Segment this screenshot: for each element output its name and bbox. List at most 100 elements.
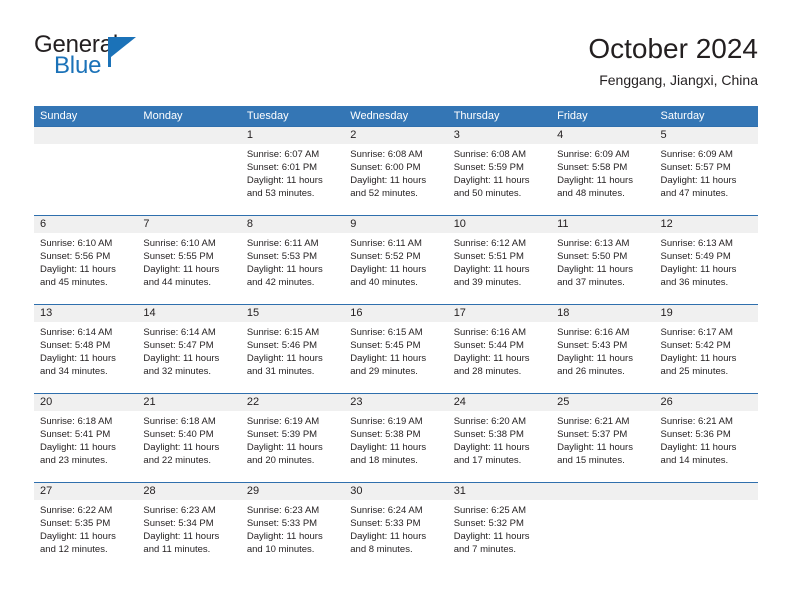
day-cell[interactable]: 28 Sunrise: 6:23 AM Sunset: 5:34 PM Dayl… bbox=[137, 483, 241, 571]
day-cell[interactable]: 9 Sunrise: 6:11 AM Sunset: 5:52 PM Dayli… bbox=[344, 216, 448, 304]
day-details: Sunrise: 6:08 AM Sunset: 5:59 PM Dayligh… bbox=[448, 144, 551, 200]
daylight-text-line2: and 52 minutes. bbox=[350, 188, 418, 199]
sunrise-text: Sunrise: 6:15 AM bbox=[350, 327, 423, 338]
day-cell[interactable] bbox=[137, 127, 241, 215]
sunrise-text: Sunrise: 6:07 AM bbox=[246, 149, 320, 160]
daylight-text-line2: and 15 minutes. bbox=[557, 455, 625, 466]
daylight-text-line1: Daylight: 11 hours bbox=[143, 353, 220, 364]
daylight-text-line2: and 31 minutes. bbox=[246, 366, 315, 377]
day-cell[interactable]: 23 Sunrise: 6:19 AM Sunset: 5:38 PM Dayl… bbox=[344, 394, 448, 482]
sunset-text: Sunset: 5:37 PM bbox=[557, 429, 628, 440]
day-details: Sunrise: 6:23 AM Sunset: 5:34 PM Dayligh… bbox=[137, 500, 240, 556]
sunset-text: Sunset: 5:32 PM bbox=[453, 518, 524, 529]
day-number: 26 bbox=[654, 394, 758, 411]
day-cell[interactable]: 14 Sunrise: 6:14 AM Sunset: 5:47 PM Dayl… bbox=[137, 305, 241, 393]
day-cell[interactable]: 2 Sunrise: 6:08 AM Sunset: 6:00 PM Dayli… bbox=[344, 127, 448, 215]
day-cell[interactable]: 20 Sunrise: 6:18 AM Sunset: 5:41 PM Dayl… bbox=[34, 394, 138, 482]
sunset-text: Sunset: 5:39 PM bbox=[246, 429, 318, 440]
sunset-text: Sunset: 5:57 PM bbox=[660, 162, 731, 173]
day-cell[interactable]: 30 Sunrise: 6:24 AM Sunset: 5:33 PM Dayl… bbox=[344, 483, 448, 571]
logo-word-blue: Blue bbox=[54, 52, 102, 79]
day-details: Sunrise: 6:09 AM Sunset: 5:57 PM Dayligh… bbox=[655, 144, 758, 200]
daylight-text-line2: and 42 minutes. bbox=[246, 277, 315, 288]
sunrise-text: Sunrise: 6:14 AM bbox=[40, 327, 113, 338]
day-cell[interactable]: 1 Sunrise: 6:07 AM Sunset: 6:01 PM Dayli… bbox=[240, 127, 345, 215]
day-number: 19 bbox=[654, 305, 758, 322]
sunrise-text: Sunrise: 6:09 AM bbox=[660, 149, 733, 160]
sunrise-text: Sunrise: 6:08 AM bbox=[453, 149, 527, 160]
daylight-text-line2: and 47 minutes. bbox=[660, 188, 729, 199]
week-row: 1 Sunrise: 6:07 AM Sunset: 6:01 PM Dayli… bbox=[34, 126, 758, 215]
day-cell[interactable]: 12 Sunrise: 6:13 AM Sunset: 5:49 PM Dayl… bbox=[654, 216, 758, 304]
sunrise-text: Sunrise: 6:11 AM bbox=[350, 238, 422, 249]
day-cell[interactable]: 19 Sunrise: 6:17 AM Sunset: 5:42 PM Dayl… bbox=[654, 305, 758, 393]
day-details: Sunrise: 6:14 AM Sunset: 5:48 PM Dayligh… bbox=[34, 322, 137, 378]
day-cell[interactable]: 18 Sunrise: 6:16 AM Sunset: 5:43 PM Dayl… bbox=[551, 305, 655, 393]
day-details: Sunrise: 6:18 AM Sunset: 5:41 PM Dayligh… bbox=[34, 411, 137, 467]
daylight-text-line1: Daylight: 11 hours bbox=[660, 264, 737, 275]
location-subtitle: Fenggang, Jiangxi, China bbox=[599, 72, 758, 88]
sunrise-text: Sunrise: 6:10 AM bbox=[40, 238, 113, 249]
day-details bbox=[34, 144, 137, 148]
day-cell[interactable]: 15 Sunrise: 6:15 AM Sunset: 5:46 PM Dayl… bbox=[240, 305, 345, 393]
day-cell[interactable]: 31 Sunrise: 6:25 AM Sunset: 5:32 PM Dayl… bbox=[447, 483, 552, 571]
day-details: Sunrise: 6:24 AM Sunset: 5:33 PM Dayligh… bbox=[344, 500, 447, 556]
sunset-text: Sunset: 5:50 PM bbox=[557, 251, 628, 262]
day-details bbox=[137, 144, 240, 148]
daylight-text-line1: Daylight: 11 hours bbox=[350, 353, 427, 364]
day-cell[interactable]: 22 Sunrise: 6:19 AM Sunset: 5:39 PM Dayl… bbox=[240, 394, 345, 482]
day-cell[interactable]: 6 Sunrise: 6:10 AM Sunset: 5:56 PM Dayli… bbox=[34, 216, 138, 304]
sunset-text: Sunset: 5:48 PM bbox=[40, 340, 111, 351]
sunrise-text: Sunrise: 6:08 AM bbox=[350, 149, 423, 160]
day-cell[interactable]: 26 Sunrise: 6:21 AM Sunset: 5:36 PM Dayl… bbox=[654, 394, 758, 482]
day-number bbox=[551, 483, 655, 500]
sunrise-text: Sunrise: 6:14 AM bbox=[143, 327, 216, 338]
day-cell[interactable]: 25 Sunrise: 6:21 AM Sunset: 5:37 PM Dayl… bbox=[551, 394, 655, 482]
day-cell[interactable]: 13 Sunrise: 6:14 AM Sunset: 5:48 PM Dayl… bbox=[34, 305, 138, 393]
day-cell[interactable] bbox=[34, 127, 138, 215]
daylight-text-line2: and 40 minutes. bbox=[350, 277, 418, 288]
daylight-text-line2: and 20 minutes. bbox=[246, 455, 315, 466]
daylight-text-line1: Daylight: 11 hours bbox=[246, 264, 323, 275]
day-details: Sunrise: 6:23 AM Sunset: 5:33 PM Dayligh… bbox=[241, 500, 344, 556]
sunrise-text: Sunrise: 6:15 AM bbox=[246, 327, 320, 338]
general-blue-logo[interactable]: General Blue bbox=[34, 32, 254, 88]
daylight-text-line2: and 25 minutes. bbox=[660, 366, 729, 377]
daylight-text-line2: and 28 minutes. bbox=[453, 366, 522, 377]
day-details: Sunrise: 6:21 AM Sunset: 5:36 PM Dayligh… bbox=[655, 411, 758, 467]
day-cell[interactable]: 21 Sunrise: 6:18 AM Sunset: 5:40 PM Dayl… bbox=[137, 394, 241, 482]
day-cell[interactable] bbox=[654, 483, 758, 571]
day-cell[interactable]: 8 Sunrise: 6:11 AM Sunset: 5:53 PM Dayli… bbox=[240, 216, 345, 304]
day-details: Sunrise: 6:08 AM Sunset: 6:00 PM Dayligh… bbox=[344, 144, 447, 200]
day-number: 7 bbox=[137, 216, 241, 233]
day-cell[interactable] bbox=[551, 483, 655, 571]
sunrise-text: Sunrise: 6:17 AM bbox=[660, 327, 733, 338]
day-cell[interactable]: 10 Sunrise: 6:12 AM Sunset: 5:51 PM Dayl… bbox=[447, 216, 552, 304]
day-cell[interactable]: 5 Sunrise: 6:09 AM Sunset: 5:57 PM Dayli… bbox=[654, 127, 758, 215]
weekday-header-thursday: Thursday bbox=[453, 110, 500, 122]
day-details: Sunrise: 6:22 AM Sunset: 5:35 PM Dayligh… bbox=[34, 500, 137, 556]
sunset-text: Sunset: 5:33 PM bbox=[350, 518, 421, 529]
day-cell[interactable]: 3 Sunrise: 6:08 AM Sunset: 5:59 PM Dayli… bbox=[447, 127, 552, 215]
daylight-text-line1: Daylight: 11 hours bbox=[557, 353, 633, 364]
daylight-text-line1: Daylight: 11 hours bbox=[453, 442, 530, 453]
sunrise-text: Sunrise: 6:23 AM bbox=[246, 505, 320, 516]
day-cell[interactable]: 16 Sunrise: 6:15 AM Sunset: 5:45 PM Dayl… bbox=[344, 305, 448, 393]
daylight-text-line1: Daylight: 11 hours bbox=[40, 353, 116, 364]
daylight-text-line2: and 53 minutes. bbox=[246, 188, 315, 199]
daylight-text-line2: and 8 minutes. bbox=[350, 544, 413, 555]
sunset-text: Sunset: 5:38 PM bbox=[350, 429, 421, 440]
day-number: 2 bbox=[344, 127, 448, 144]
day-cell[interactable]: 11 Sunrise: 6:13 AM Sunset: 5:50 PM Dayl… bbox=[551, 216, 655, 304]
day-cell[interactable]: 24 Sunrise: 6:20 AM Sunset: 5:38 PM Dayl… bbox=[447, 394, 552, 482]
day-cell[interactable]: 29 Sunrise: 6:23 AM Sunset: 5:33 PM Dayl… bbox=[240, 483, 345, 571]
day-details: Sunrise: 6:09 AM Sunset: 5:58 PM Dayligh… bbox=[551, 144, 654, 200]
day-cell[interactable]: 27 Sunrise: 6:22 AM Sunset: 5:35 PM Dayl… bbox=[34, 483, 138, 571]
sunset-text: Sunset: 5:53 PM bbox=[246, 251, 318, 262]
day-cell[interactable]: 4 Sunrise: 6:09 AM Sunset: 5:58 PM Dayli… bbox=[551, 127, 655, 215]
day-cell[interactable]: 7 Sunrise: 6:10 AM Sunset: 5:55 PM Dayli… bbox=[137, 216, 241, 304]
daylight-text-line2: and 34 minutes. bbox=[40, 366, 108, 377]
day-cell[interactable]: 17 Sunrise: 6:16 AM Sunset: 5:44 PM Dayl… bbox=[447, 305, 552, 393]
sunset-text: Sunset: 5:33 PM bbox=[246, 518, 318, 529]
day-details: Sunrise: 6:11 AM Sunset: 5:52 PM Dayligh… bbox=[344, 233, 447, 289]
